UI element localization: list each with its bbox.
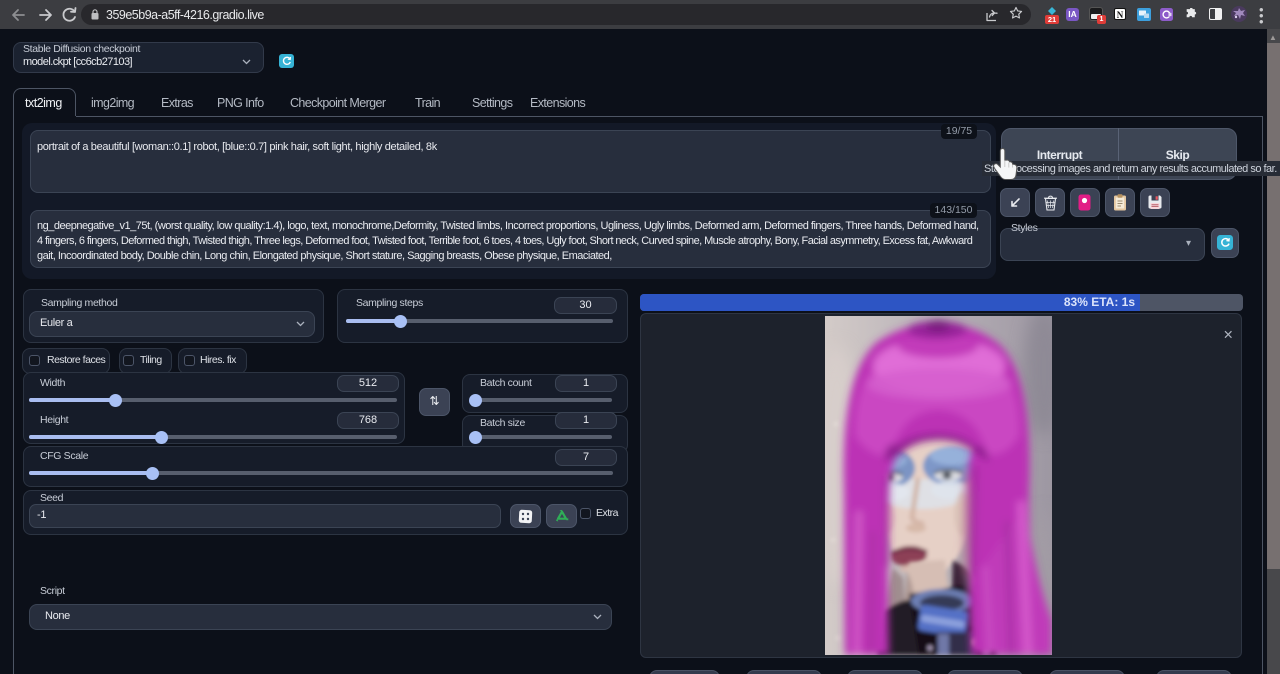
svg-text:21: 21: [1048, 15, 1056, 24]
